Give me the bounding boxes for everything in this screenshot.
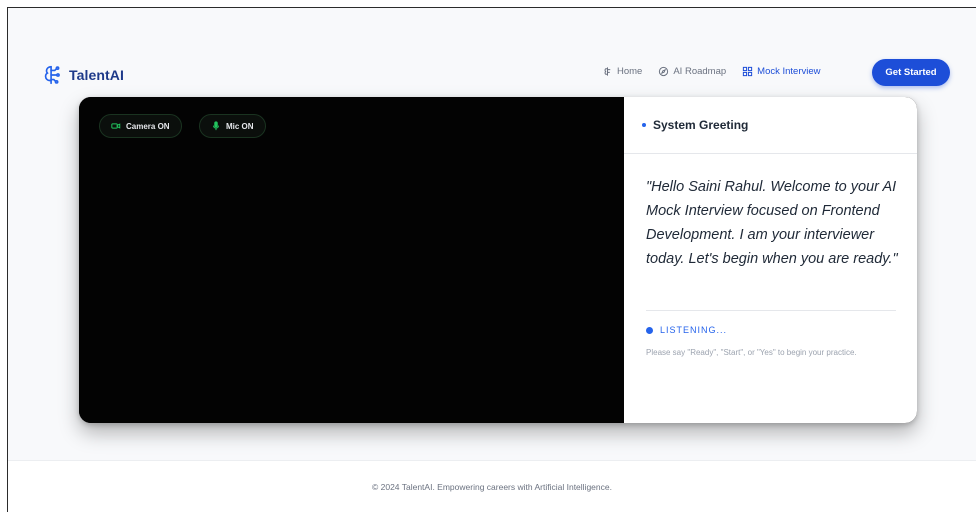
nav-home-label: Home <box>617 66 643 77</box>
footer-text: © 2024 TalentAI. Empowering careers with… <box>372 481 612 492</box>
compass-icon <box>659 66 669 77</box>
video-feed: Camera ON Mic ON <box>79 97 624 423</box>
brain-icon <box>604 67 611 76</box>
get-started-button[interactable]: Get Started <box>872 59 950 86</box>
page: TalentAI Home AI Roadmap Mock Interview … <box>8 8 976 512</box>
main-nav: Home AI Roadmap Mock Interview <box>602 66 821 77</box>
greeting-message: "Hello Saini Rahul. Welcome to your AI M… <box>646 179 898 267</box>
interview-card: Camera ON Mic ON System Greeting "Hello … <box>79 97 917 423</box>
nav-mock-interview-label: Mock Interview <box>757 66 821 77</box>
bullet-dot-icon <box>642 123 646 127</box>
brand-logo[interactable]: TalentAI <box>41 64 124 86</box>
listening-dot-icon <box>646 326 653 334</box>
greeting-panel: System Greeting "Hello Saini Rahul. Welc… <box>624 97 917 423</box>
nav-ai-roadmap[interactable]: AI Roadmap <box>658 66 726 77</box>
footer: © 2024 TalentAI. Empowering careers with… <box>8 460 976 512</box>
nav-mock-interview[interactable]: Mock Interview <box>742 66 821 77</box>
camera-status-label: Camera ON <box>126 121 170 131</box>
mic-icon <box>213 121 219 131</box>
brand-name: TalentAI <box>69 67 124 83</box>
nav-home[interactable]: Home <box>602 66 642 77</box>
brain-circuit-icon <box>44 65 60 85</box>
panel-title: System Greeting <box>653 118 749 132</box>
camera-icon <box>111 123 121 129</box>
grid-icon <box>743 66 753 77</box>
camera-toggle[interactable]: Camera ON <box>99 114 182 138</box>
listening-status-label: LISTENING... <box>660 325 728 335</box>
nav-ai-roadmap-label: AI Roadmap <box>673 66 727 77</box>
header: TalentAI Home AI Roadmap Mock Interview … <box>8 8 976 96</box>
divider <box>646 310 896 311</box>
panel-header: System Greeting <box>624 97 917 154</box>
instruction-hint: Please say "Ready", "Start", or "Yes" to… <box>646 348 857 357</box>
listening-status: LISTENING... <box>646 325 727 335</box>
mic-status-label: Mic ON <box>226 121 254 131</box>
mic-toggle[interactable]: Mic ON <box>199 114 266 138</box>
